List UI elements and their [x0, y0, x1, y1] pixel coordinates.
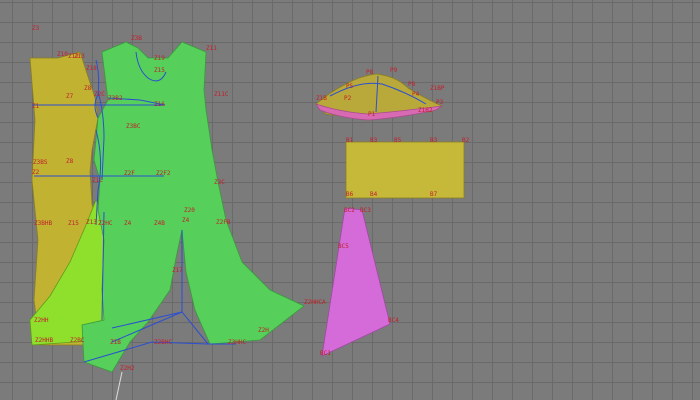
point-label-front: Z11 [206, 45, 217, 52]
point-label-band: B2 [462, 137, 470, 144]
point-label-sleeve: P4 [412, 91, 420, 98]
pattern-canvas[interactable]: Z3Z1Z10 Z12Z13Z3BSZ3BHBZ8Z2Z2HHZ2HHBZ15Z3… [0, 0, 700, 400]
point-label-back: Z2HHB [35, 337, 53, 344]
point-label-front: Z17 [172, 267, 183, 274]
point-label-front: Z2HC [98, 220, 113, 227]
point-label-front: Z3BC [126, 123, 141, 130]
point-label-front: Z1C [92, 177, 103, 184]
point-label-band: B7 [430, 191, 438, 198]
point-label-front: Z2FB [216, 219, 231, 226]
point-label-sleeve: Z1B2 [418, 107, 433, 114]
point-label-front: Z2HHCA [304, 299, 326, 306]
point-label-gusset: BC3 [360, 207, 371, 214]
point-label-band: B3 [370, 137, 378, 144]
grain-line-marker [115, 371, 123, 400]
point-label-sleeve: P8 [366, 69, 374, 76]
point-label-front: Z4 [182, 217, 190, 224]
point-label-front: Z11C [214, 91, 229, 98]
point-label-front: Z18 [86, 65, 97, 72]
point-label-back: Z2HH [34, 317, 49, 324]
point-label-front: Z3B [131, 35, 142, 42]
point-label-front: Z16 [154, 101, 165, 108]
point-label-front: Z2BC [70, 337, 85, 344]
point-label-front: Z2F [124, 170, 135, 177]
point-label-front: Z19 [154, 55, 165, 62]
point-label-front: Z4 [124, 220, 132, 227]
point-label-gusset: BC1 [320, 350, 331, 357]
point-label-sleeve: P2 [344, 95, 352, 102]
point-label-back: Z2 [32, 169, 40, 176]
point-label-front: Z7 [66, 93, 74, 100]
point-label-front: Z20 [184, 207, 195, 214]
point-label-sleeve: P5 [346, 83, 354, 90]
point-label-front: Z4B [154, 220, 165, 227]
point-label-band: B6 [346, 191, 354, 198]
point-label-back: Z10 [57, 51, 68, 58]
point-label-front: Z3B2 [108, 95, 123, 102]
point-label-front: Z2H [258, 327, 269, 334]
point-label-sleeve: P3 [436, 99, 444, 106]
point-label-back: Z15 [68, 220, 79, 227]
point-label-front: Z13 [86, 219, 97, 226]
point-label-back: Z3BHB [34, 220, 52, 227]
point-label-sleeve: P8 [408, 81, 416, 88]
point-label-back: Z3 [32, 25, 40, 32]
point-label-front: Z2F2 [156, 170, 171, 177]
gusset-panel[interactable] [321, 207, 391, 357]
point-label-gusset: BC4 [388, 317, 399, 324]
point-label-sleeve: P1 [368, 111, 376, 118]
point-label-band: B3 [430, 137, 438, 144]
point-label-band: B1 [346, 137, 354, 144]
point-label-sleeve: Z1BP [430, 85, 445, 92]
point-label-gusset: BC2 [344, 207, 355, 214]
point-label-front: Z2H2 [120, 365, 135, 372]
point-label-front: Z3HHC [228, 339, 246, 346]
point-label-back: Z8 [66, 158, 74, 165]
point-label-front: Z3C [214, 179, 225, 186]
point-label-front: Z15 [154, 67, 165, 74]
point-label-back: Z3BS [33, 159, 48, 166]
point-label-front: Z1B [110, 339, 121, 346]
point-label-front: Z2BHC [154, 339, 172, 346]
band-panel[interactable] [345, 141, 465, 199]
point-label-front: Z2C [94, 91, 105, 98]
point-label-band: B5 [394, 137, 402, 144]
point-label-front: Z8 [84, 85, 92, 92]
point-label-back: Z13 [74, 53, 85, 60]
point-label-sleeve: P9 [390, 67, 398, 74]
point-label-band: B4 [370, 191, 378, 198]
point-label-sleeve: Z1B [316, 95, 327, 102]
point-label-gusset: BC5 [338, 243, 349, 250]
point-label-back: Z1 [32, 103, 40, 110]
